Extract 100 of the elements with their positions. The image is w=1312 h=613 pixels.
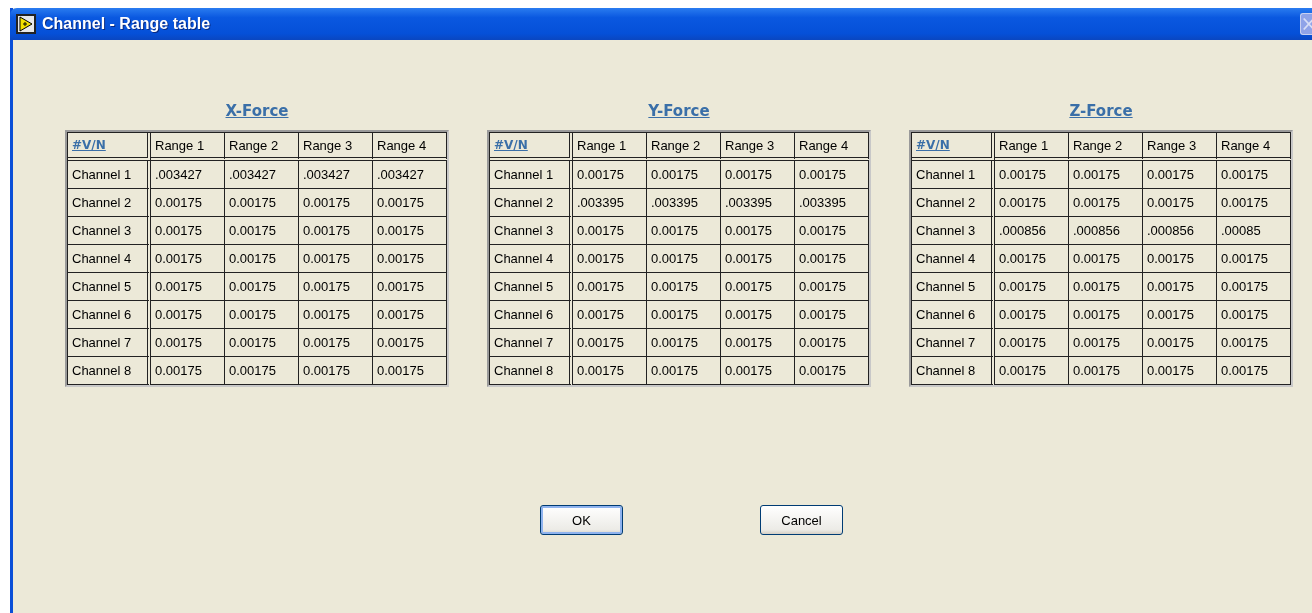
table-cell[interactable]: 0.00175 [1143,161,1217,189]
corner-label[interactable]: #V/N [72,138,106,152]
table-cell[interactable]: 0.00175 [1143,357,1217,385]
table-cell[interactable]: 0.00175 [1069,357,1143,385]
table-cell[interactable]: .003427 [373,161,447,189]
table-cell[interactable]: .003427 [299,161,373,189]
table-cell[interactable]: 0.00175 [647,273,721,301]
table-cell[interactable]: 0.00175 [995,245,1069,273]
table-cell[interactable]: 0.00175 [225,357,299,385]
table-cell[interactable]: 0.00175 [1069,245,1143,273]
table-cell[interactable]: 0.00175 [1217,329,1291,357]
table-cell[interactable]: 0.00175 [995,161,1069,189]
table-cell[interactable]: 0.00175 [795,161,869,189]
table-cell[interactable]: 0.00175 [721,357,795,385]
table-cell[interactable]: 0.00175 [1143,189,1217,217]
table-cell[interactable]: 0.00175 [151,217,225,245]
table-cell[interactable]: 0.00175 [1217,273,1291,301]
table-cell[interactable]: 0.00175 [1217,301,1291,329]
table-cell[interactable]: 0.00175 [299,301,373,329]
table-cell[interactable]: 0.00175 [721,217,795,245]
table-cell[interactable]: 0.00175 [647,217,721,245]
table-cell[interactable]: 0.00175 [995,189,1069,217]
close-button[interactable] [1300,13,1312,35]
table-cell[interactable]: 0.00175 [573,273,647,301]
table-cell[interactable]: 0.00175 [995,301,1069,329]
table-cell[interactable]: 0.00175 [1143,245,1217,273]
table-cell[interactable]: 0.00175 [995,273,1069,301]
table-cell[interactable]: 0.00175 [225,273,299,301]
table-cell[interactable]: 0.00175 [225,245,299,273]
table-cell[interactable]: 0.00175 [225,329,299,357]
table-cell[interactable]: 0.00175 [299,217,373,245]
table-cell[interactable]: 0.00175 [1143,273,1217,301]
table-cell[interactable]: 0.00175 [1217,357,1291,385]
table-cell[interactable]: 0.00175 [151,189,225,217]
table-cell[interactable]: 0.00175 [573,329,647,357]
table-cell[interactable]: 0.00175 [721,329,795,357]
table-cell[interactable]: 0.00175 [151,273,225,301]
table-cell[interactable]: 0.00175 [647,357,721,385]
table-cell[interactable]: 0.00175 [573,245,647,273]
table-cell[interactable]: 0.00175 [1217,161,1291,189]
table-cell[interactable]: 0.00175 [647,329,721,357]
table-cell[interactable]: .003395 [721,189,795,217]
table-title[interactable]: Z-Force [1069,102,1133,120]
table-cell[interactable]: .000856 [1069,217,1143,245]
table-cell[interactable]: 0.00175 [373,301,447,329]
table-cell[interactable]: 0.00175 [795,301,869,329]
table-cell[interactable]: .003427 [225,161,299,189]
table-cell[interactable]: 0.00175 [995,357,1069,385]
table-cell[interactable]: 0.00175 [373,329,447,357]
table-cell[interactable]: 0.00175 [225,301,299,329]
table-cell[interactable]: 0.00175 [647,245,721,273]
table-title[interactable]: Y-Force [648,102,710,120]
table-cell[interactable]: 0.00175 [373,217,447,245]
table-cell[interactable]: 0.00175 [1143,329,1217,357]
table-cell[interactable]: .003395 [795,189,869,217]
table-cell[interactable]: 0.00175 [1069,189,1143,217]
table-cell[interactable]: 0.00175 [151,245,225,273]
table-cell[interactable]: .003427 [151,161,225,189]
table-cell[interactable]: 0.00175 [1069,301,1143,329]
table-cell[interactable]: 0.00175 [299,189,373,217]
table-cell[interactable]: 0.00175 [795,273,869,301]
table-cell[interactable]: 0.00175 [1069,161,1143,189]
ok-button[interactable]: OK [540,505,623,535]
table-cell[interactable]: 0.00175 [721,301,795,329]
table-cell[interactable]: 0.00175 [1143,301,1217,329]
table-cell[interactable]: 0.00175 [721,245,795,273]
table-cell[interactable]: 0.00175 [647,161,721,189]
cancel-button[interactable]: Cancel [760,505,843,535]
table-cell[interactable]: 0.00175 [573,301,647,329]
table-cell[interactable]: 0.00175 [573,217,647,245]
table-cell[interactable]: 0.00175 [795,357,869,385]
table-cell[interactable]: 0.00175 [225,217,299,245]
table-cell[interactable]: 0.00175 [151,357,225,385]
table-cell[interactable]: 0.00175 [795,245,869,273]
table-cell[interactable]: .00085 [1217,217,1291,245]
table-cell[interactable]: 0.00175 [299,329,373,357]
table-cell[interactable]: 0.00175 [299,357,373,385]
table-cell[interactable]: 0.00175 [795,329,869,357]
table-cell[interactable]: 0.00175 [299,273,373,301]
table-cell[interactable]: 0.00175 [573,161,647,189]
table-cell[interactable]: .000856 [995,217,1069,245]
table-cell[interactable]: 0.00175 [225,189,299,217]
table-cell[interactable]: .000856 [1143,217,1217,245]
corner-label[interactable]: #V/N [494,138,528,152]
table-title[interactable]: X-Force [225,102,289,120]
table-cell[interactable]: .003395 [647,189,721,217]
table-cell[interactable]: 0.00175 [1069,273,1143,301]
table-cell[interactable]: 0.00175 [373,245,447,273]
table-cell[interactable]: 0.00175 [721,273,795,301]
table-cell[interactable]: 0.00175 [373,273,447,301]
table-cell[interactable]: 0.00175 [373,189,447,217]
table-cell[interactable]: 0.00175 [151,329,225,357]
table-cell[interactable]: 0.00175 [1217,189,1291,217]
table-cell[interactable]: 0.00175 [1217,245,1291,273]
table-cell[interactable]: 0.00175 [1069,329,1143,357]
table-cell[interactable]: 0.00175 [299,245,373,273]
corner-label[interactable]: #V/N [916,138,950,152]
table-cell[interactable]: 0.00175 [647,301,721,329]
table-cell[interactable]: 0.00175 [373,357,447,385]
table-cell[interactable]: 0.00175 [995,329,1069,357]
